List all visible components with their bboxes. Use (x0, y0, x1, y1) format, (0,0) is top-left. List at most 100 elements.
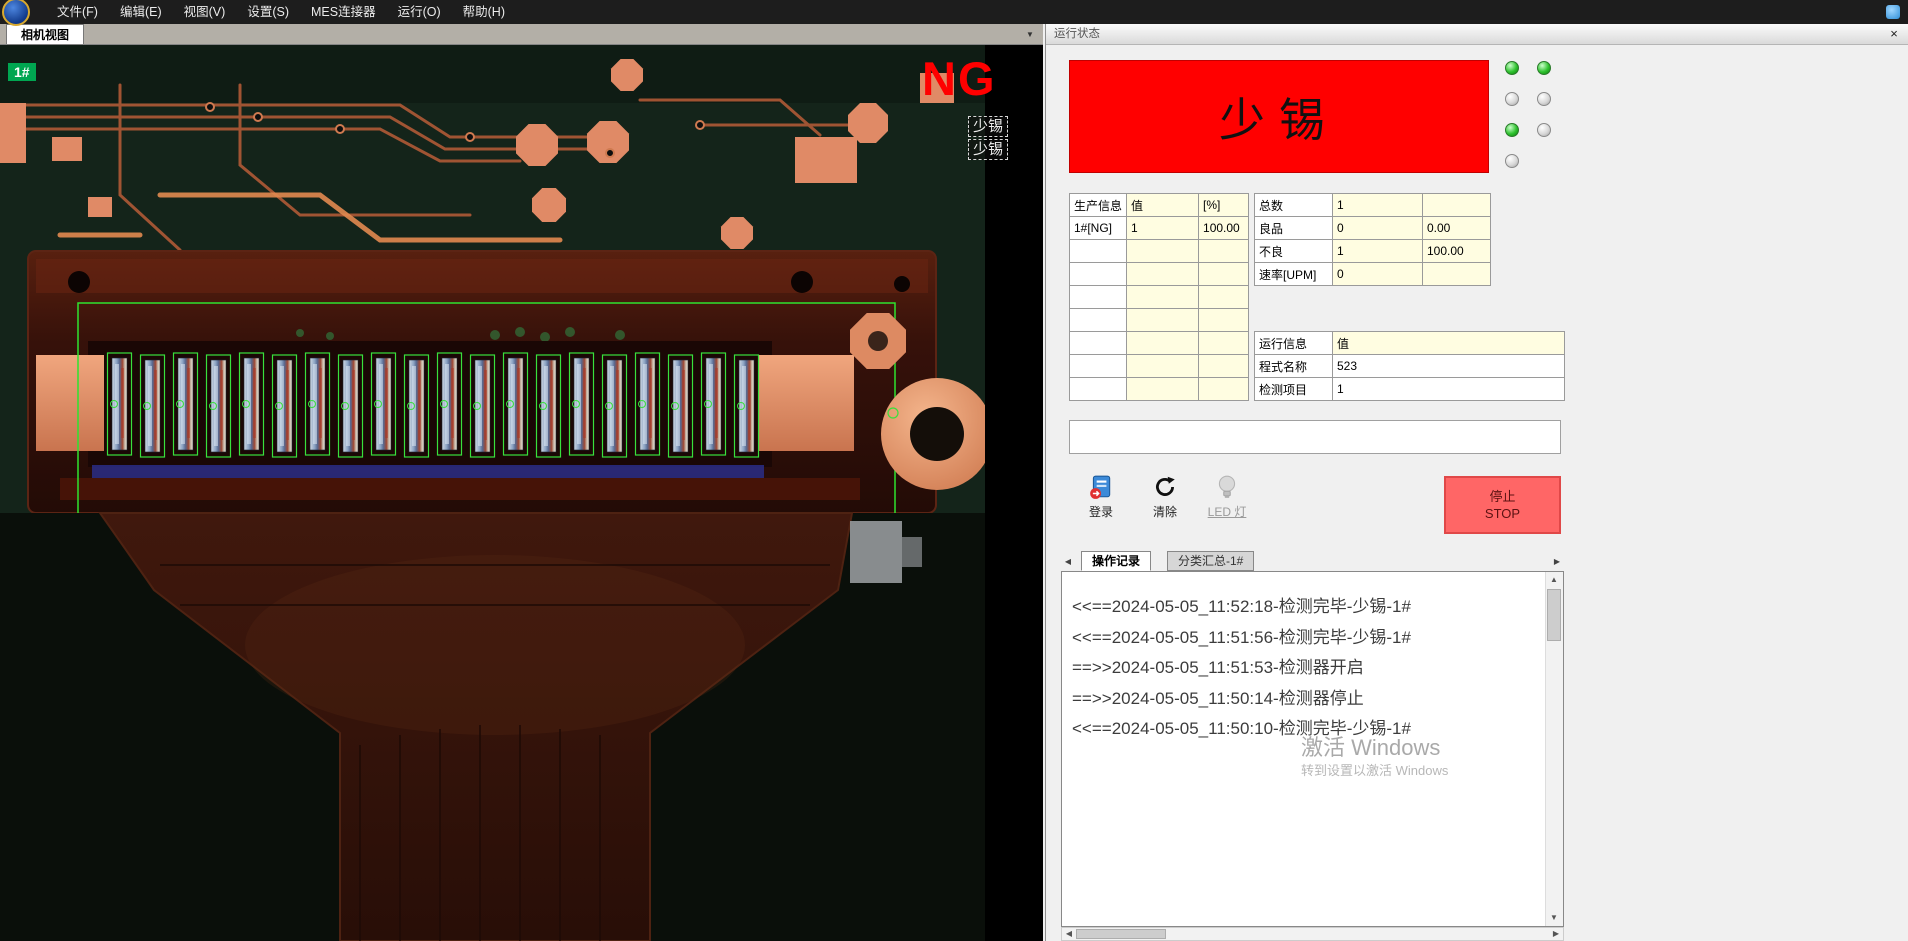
table-row-empty (1070, 355, 1249, 378)
cell-label: 程式名称 (1255, 355, 1333, 378)
totals-table: 总数 1 良品 0 0.00 不良 1 100.00 速率[UPM] 0 (1254, 193, 1491, 286)
table-row-empty (1070, 332, 1249, 355)
login-icon (1088, 474, 1114, 500)
camera-pane: 相机视图 ▼ (0, 24, 1043, 941)
scroll-left-icon[interactable]: ◀ (1062, 928, 1076, 940)
column-header: 值 (1333, 332, 1565, 355)
status-light (1505, 92, 1519, 106)
menu-item-view[interactable]: 视图(V) (173, 0, 237, 24)
table-row: 速率[UPM] 0 (1255, 263, 1491, 286)
status-light (1505, 154, 1519, 168)
cell-percent: 0.00 (1423, 217, 1491, 240)
cell-station: 1#[NG] (1070, 217, 1127, 240)
menu-bar: 文件(F) 编辑(E) 视图(V) 设置(S) MES连接器 运行(O) 帮助(… (0, 0, 1908, 24)
table-row-empty (1070, 309, 1249, 332)
status-lights-left (1505, 61, 1519, 168)
status-light (1505, 123, 1519, 137)
status-lights-right (1537, 61, 1551, 137)
cell-value: 0 (1333, 263, 1423, 286)
cell-percent: 100.00 (1423, 240, 1491, 263)
table-row: 检测项目 1 (1255, 378, 1565, 401)
run-info-table: 运行信息 值 程式名称 523 检测项目 1 (1254, 331, 1565, 401)
tab-scroll-left-icon[interactable]: ◀ (1061, 554, 1075, 569)
camera-tabstrip: 相机视图 ▼ (0, 24, 1043, 45)
log-entry: ==>>2024-05-05_11:50:14-检测器停止 (1072, 684, 1541, 715)
scrollbar-thumb[interactable] (1547, 589, 1561, 641)
cell-percent (1423, 194, 1491, 217)
column-header: 运行信息 (1255, 332, 1333, 355)
clear-button[interactable]: 清除 (1136, 474, 1194, 534)
close-icon[interactable]: × (1885, 26, 1903, 42)
tab-operation-log[interactable]: 操作记录 (1081, 551, 1151, 571)
camera-id-badge: 1# (8, 63, 36, 81)
table-row: 总数 1 (1255, 194, 1491, 217)
tab-scroll-right-icon[interactable]: ▶ (1550, 554, 1564, 569)
table-row-empty (1070, 378, 1249, 401)
cell-value: 1 (1333, 194, 1423, 217)
system-tray-icon[interactable] (1886, 5, 1900, 19)
cell-label: 良品 (1255, 217, 1333, 240)
menu-item-settings[interactable]: 设置(S) (236, 0, 300, 24)
table-header-row: 生产信息 值 [%] (1070, 194, 1249, 217)
cell-value: 1 (1333, 378, 1565, 401)
cell-label: 速率[UPM] (1255, 263, 1333, 286)
inspection-result-label: NG (922, 51, 997, 106)
run-status-panel: 运行状态 × 少锡 生产信息 值 [%] 1#[NG] 1 (1045, 24, 1908, 941)
column-header: 生产信息 (1070, 194, 1127, 217)
cell-value: 1 (1127, 217, 1199, 240)
panel-titlebar: 运行状态 × (1046, 24, 1908, 45)
log-entry: ==>>2024-05-05_11:51:53-检测器开启 (1072, 653, 1541, 684)
log-tabstrip: ◀ 操作记录 分类汇总-1# ▶ (1061, 551, 1564, 571)
scroll-right-icon[interactable]: ▶ (1549, 928, 1563, 940)
menu-item-run[interactable]: 运行(O) (387, 0, 452, 24)
menu-item-mes-connector[interactable]: MES连接器 (300, 0, 387, 24)
message-box[interactable] (1069, 420, 1561, 454)
scroll-down-icon[interactable]: ▼ (1546, 910, 1562, 926)
cell-value: 0 (1333, 217, 1423, 240)
cell-label: 检测项目 (1255, 378, 1333, 401)
table-row: 良品 0 0.00 (1255, 217, 1491, 240)
cell-percent (1423, 263, 1491, 286)
led-button[interactable]: LED 灯 (1198, 474, 1256, 534)
table-row: 不良 1 100.00 (1255, 240, 1491, 263)
tab-camera-view[interactable]: 相机视图 (6, 24, 84, 44)
camera-viewport: 1# NG 少锡 少锡 (0, 45, 1043, 941)
scrollbar-thumb[interactable] (1076, 929, 1166, 939)
menu-item-edit[interactable]: 编辑(E) (109, 0, 173, 24)
panel-title: 运行状态 (1054, 28, 1100, 40)
menu-item-file[interactable]: 文件(F) (46, 0, 109, 24)
scroll-up-icon[interactable]: ▲ (1546, 572, 1562, 588)
cell-percent: 100.00 (1199, 217, 1249, 240)
table-row-empty (1070, 263, 1249, 286)
login-button-label: 登录 (1089, 505, 1113, 519)
tab-list-dropdown-icon[interactable]: ▼ (1022, 27, 1038, 42)
stop-button-label-en: STOP (1485, 505, 1520, 522)
table-row-empty (1070, 286, 1249, 309)
status-light (1537, 123, 1551, 137)
login-button[interactable]: 登录 (1072, 474, 1130, 534)
column-header: [%] (1199, 194, 1249, 217)
log-entry: <<==2024-05-05_11:51:56-检测完毕-少锡-1# (1072, 623, 1541, 654)
clear-button-label: 清除 (1153, 505, 1177, 519)
log-entry: <<==2024-05-05_11:52:18-检测完毕-少锡-1# (1072, 592, 1541, 623)
vertical-scrollbar[interactable]: ▲ ▼ (1545, 572, 1563, 926)
column-header: 值 (1127, 194, 1199, 217)
clear-refresh-icon (1152, 474, 1178, 500)
status-light (1537, 92, 1551, 106)
table-row: 程式名称 523 (1255, 355, 1565, 378)
cell-value: 1 (1333, 240, 1423, 263)
cell-value: 523 (1333, 355, 1565, 378)
alert-banner: 少锡 (1069, 60, 1489, 173)
menu-item-help[interactable]: 帮助(H) (452, 0, 516, 24)
table-header-row: 运行信息 值 (1255, 332, 1565, 355)
app-logo-icon (2, 0, 30, 26)
led-lamp-icon (1214, 474, 1240, 500)
log-lines: <<==2024-05-05_11:52:18-检测完毕-少锡-1# <<==2… (1072, 592, 1541, 745)
status-light (1537, 61, 1551, 75)
windows-activation-watermark-sub: 转到设置以激活 Windows (1301, 760, 1448, 779)
defect-label: 少锡 (968, 139, 1008, 160)
stop-button[interactable]: 停止 STOP (1444, 476, 1561, 534)
horizontal-scrollbar[interactable]: ◀ ▶ (1061, 927, 1564, 941)
tab-classification-summary[interactable]: 分类汇总-1# (1167, 551, 1254, 571)
windows-activation-watermark: 激活 Windows (1301, 730, 1440, 762)
